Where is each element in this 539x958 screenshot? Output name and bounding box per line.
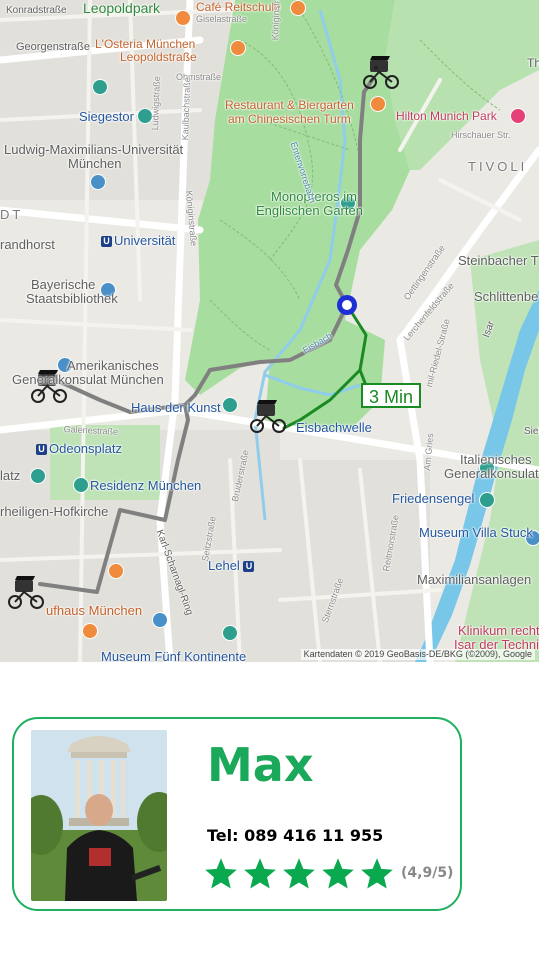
- shopping-icon[interactable]: [152, 612, 168, 628]
- map-label: Restaurant & Biergarten: [225, 98, 354, 112]
- eta-badge: 3 Min: [361, 383, 421, 408]
- map-label: Th: [527, 56, 539, 70]
- restaurant-icon[interactable]: [108, 563, 124, 579]
- map-label: DT: [0, 207, 24, 222]
- map-label: Amerikanisches: [67, 358, 159, 373]
- map-label: Italienisches: [460, 452, 532, 467]
- map-label: Ludwigstraße: [149, 76, 162, 131]
- map-label: Siegestor: [79, 109, 134, 124]
- driver-name: Max: [207, 738, 314, 792]
- map-label: am Chinesischen Turm: [228, 112, 351, 126]
- driver-phone[interactable]: Tel: 089 416 11 955: [207, 826, 383, 845]
- restaurant-icon[interactable]: [230, 40, 246, 56]
- map-label: Friedensengel: [392, 491, 475, 506]
- map-label: L'Osteria München: [95, 37, 196, 51]
- driver-card[interactable]: Max Tel: 089 416 11 955 (4,9/5): [12, 717, 462, 911]
- map-label: Lehel U: [208, 559, 256, 573]
- star-icon: [283, 858, 315, 889]
- map-label: Generalkonsulat: [444, 466, 539, 481]
- destination-marker-icon[interactable]: [337, 295, 357, 315]
- map-label: München: [68, 156, 122, 171]
- map-label: Siebe: [524, 426, 539, 437]
- map-label: Kaulbachstraße: [179, 77, 193, 141]
- map-label: Galeriestraße: [63, 423, 119, 437]
- restaurant-icon[interactable]: [175, 10, 191, 26]
- map-label: latz: [0, 468, 21, 483]
- map-label: Residenz München: [90, 478, 202, 493]
- map-label: Maximiliansanlagen: [417, 572, 532, 587]
- museum-icon[interactable]: [222, 397, 238, 413]
- subway-icon: U: [101, 236, 112, 248]
- map-label: Giselastraße: [196, 14, 248, 24]
- star-icon: [361, 858, 393, 889]
- map-label: Schlittenbe: [474, 289, 539, 304]
- hotel-icon[interactable]: [510, 108, 526, 124]
- map-label: Klinikum recht: [458, 623, 539, 638]
- restaurant-icon[interactable]: [82, 623, 98, 639]
- map-label: Leopoldpark: [83, 0, 161, 16]
- rating-score: (4,9/5): [401, 865, 454, 881]
- map-attribution[interactable]: Kartendaten © 2019 GeoBasis-DE/BKG (©200…: [300, 649, 535, 660]
- monument-icon[interactable]: [479, 492, 495, 508]
- map-label: Museum Fünf Kontinente: [101, 649, 247, 663]
- map-label: ufhaus München: [46, 603, 143, 618]
- map-label: Generalkonsulat München: [12, 372, 164, 387]
- museum-icon[interactable]: [222, 625, 238, 641]
- star-icon: [205, 858, 237, 889]
- station-name: Odeonsplatz: [49, 441, 122, 456]
- rating-stars: [203, 856, 395, 892]
- map-label: Eisbachwelle: [296, 420, 372, 435]
- subway-icon: U: [243, 561, 255, 573]
- map-label: U Universität: [101, 234, 175, 248]
- subway-icon: U: [36, 444, 47, 456]
- map-label: Staatsbibliothek: [26, 291, 118, 306]
- map-label: Konradstraße: [6, 5, 67, 16]
- station-name: Universität: [114, 233, 176, 248]
- station-name: Lehel: [208, 558, 240, 573]
- map-label: Steinbacher T: [458, 253, 539, 268]
- map-label: Georgenstraße: [16, 41, 90, 53]
- map-label: Englischen Garten: [256, 203, 363, 218]
- landmark-icon[interactable]: [30, 468, 46, 484]
- map-label: Museum Villa Stuck: [419, 525, 533, 540]
- map-label: randhorst: [0, 237, 55, 252]
- map-label: TIVOLI: [468, 159, 528, 174]
- cafe-icon[interactable]: [290, 0, 306, 16]
- landmark-icon[interactable]: [73, 477, 89, 493]
- star-icon: [244, 858, 276, 889]
- driver-avatar: [31, 730, 167, 901]
- map-label: Ludwig-Maximilians-Universität: [4, 142, 184, 157]
- map-label: U Odeonsplatz: [36, 442, 122, 456]
- map-view[interactable]: Konradstraße Leopoldpark Café Reitschule…: [0, 0, 539, 662]
- map-label: Haus der Kunst: [131, 400, 221, 415]
- star-icon: [322, 858, 354, 889]
- museum-icon[interactable]: [90, 174, 106, 190]
- map-label: rheiligen-Hofkirche: [0, 504, 109, 519]
- landmark-icon[interactable]: [92, 79, 108, 95]
- map-label: Hilton Munich Park: [396, 109, 497, 123]
- restaurant-icon[interactable]: [370, 96, 386, 112]
- map-label: Hirschauer Str.: [451, 130, 511, 140]
- map-label: Leopoldstraße: [120, 50, 197, 64]
- map-label: Königinstraße: [269, 0, 282, 41]
- map-label: Bayerische: [31, 277, 96, 292]
